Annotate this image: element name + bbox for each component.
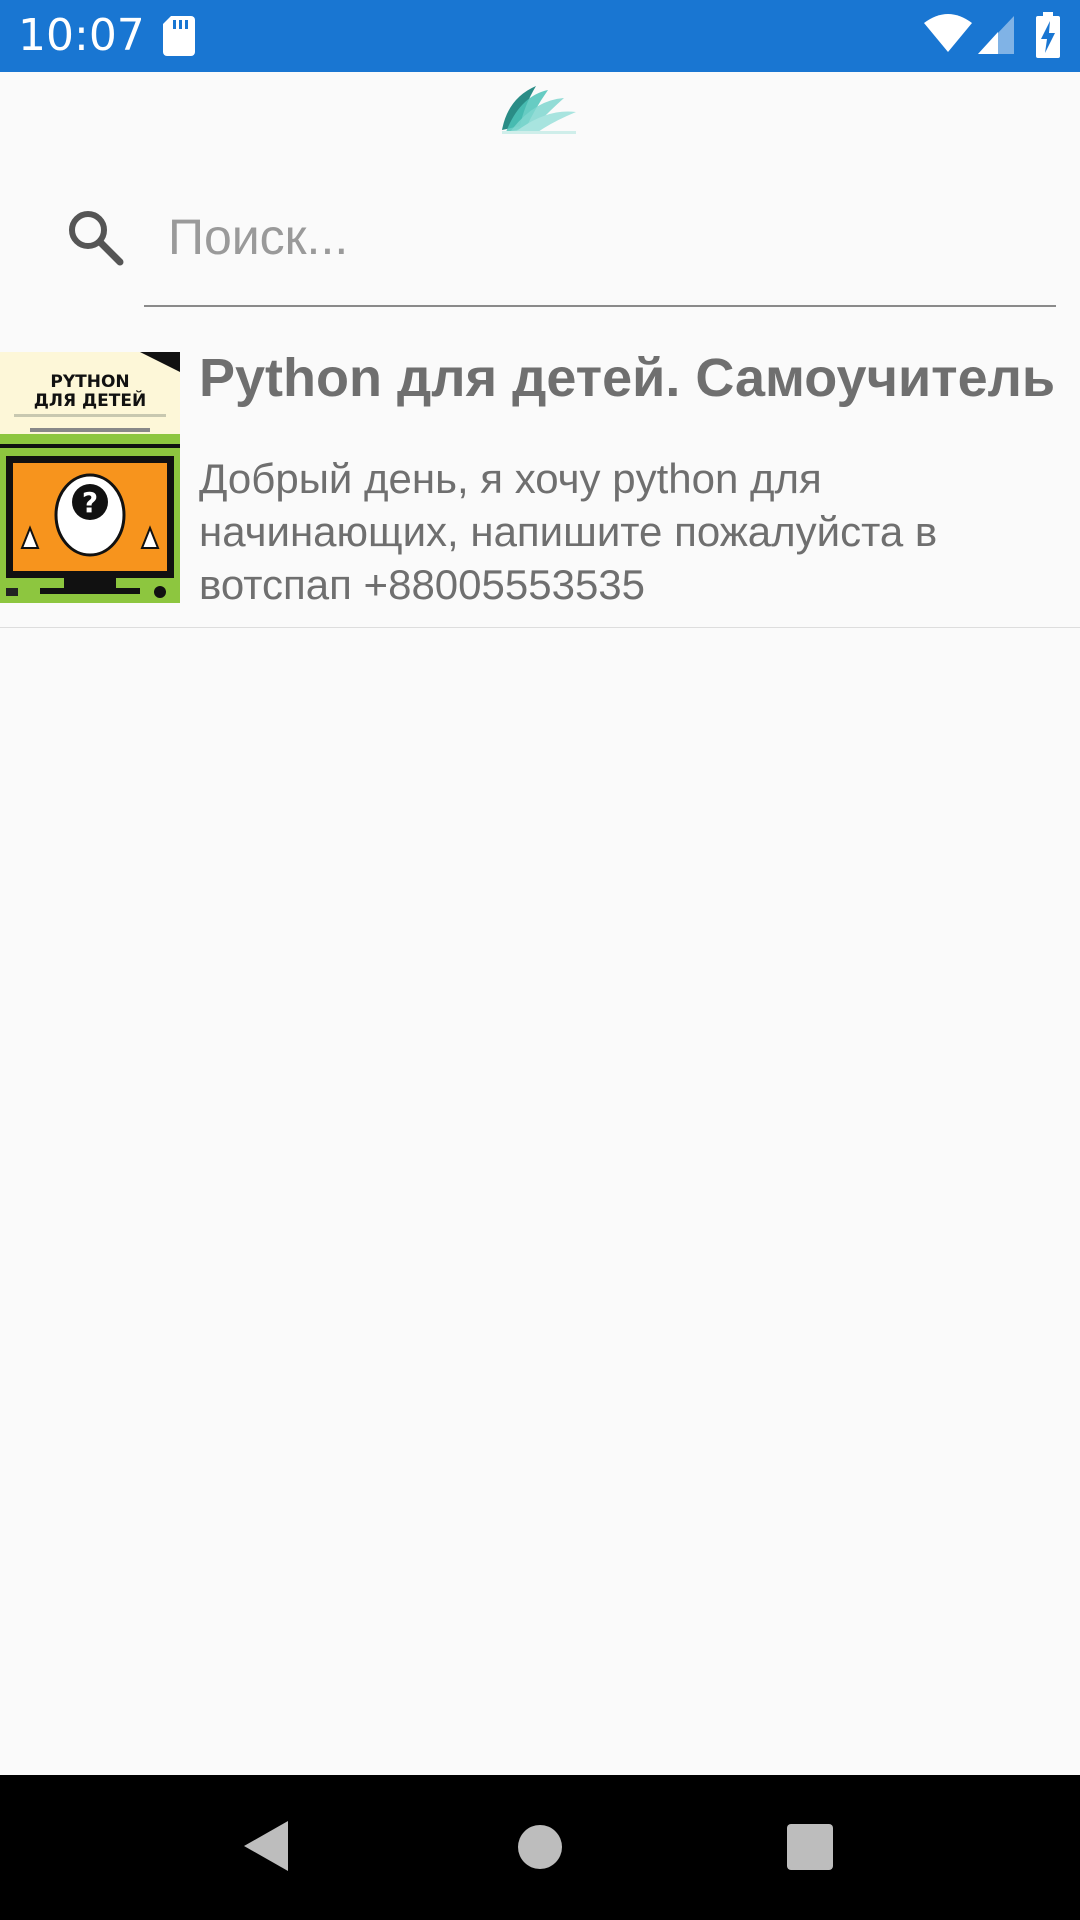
back-icon[interactable] [244, 1821, 288, 1871]
search-underline [144, 305, 1056, 307]
home-icon[interactable] [518, 1825, 562, 1869]
sd-card-icon [163, 16, 195, 56]
cell-signal-icon [978, 16, 1014, 54]
cover-title-line-1: PYTHON [50, 372, 129, 392]
book-logo-icon [502, 86, 576, 134]
status-time: 10:07 [18, 10, 145, 61]
status-bar: 10:07 [0, 0, 1080, 72]
list-divider [0, 627, 1080, 628]
book-description: Добрый день, я хочу python для начинающи… [199, 455, 938, 608]
book-title: Python для детей. Самоучитель по програм… [199, 348, 1056, 430]
cover-title-line-2: ДЛЯ ДЕТЕЙ [34, 389, 146, 411]
battery-charging-icon [1036, 12, 1060, 58]
recents-icon[interactable] [787, 1824, 833, 1870]
book-cover-image: PYTHON ДЛЯ ДЕТЕЙ ? [0, 352, 180, 603]
search-input[interactable] [168, 202, 1048, 272]
svg-text:?: ? [82, 486, 98, 519]
search-icon[interactable] [66, 208, 124, 266]
navigation-bar [0, 1775, 1080, 1920]
wifi-icon [924, 14, 972, 52]
app-screen: 10:07 Поиск... PYTHON ДЛЯ ДЕТЕЙ ? Python… [0, 0, 1080, 1920]
list-item[interactable]: PYTHON ДЛЯ ДЕТЕЙ ? Python для детей. Сам… [0, 340, 1080, 628]
